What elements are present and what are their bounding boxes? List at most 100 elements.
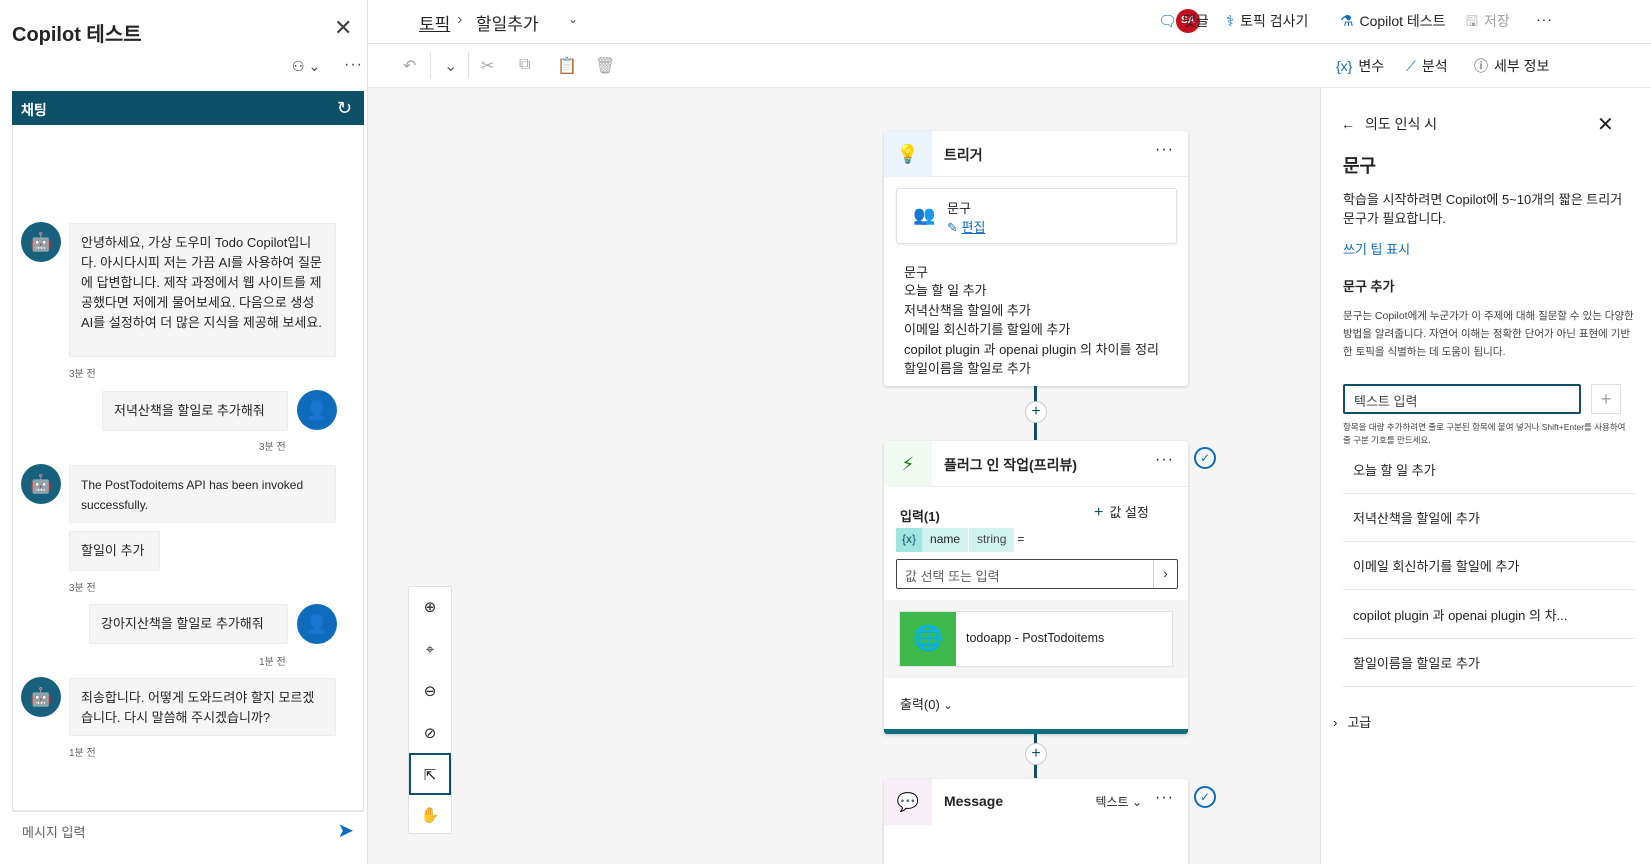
save-button[interactable]: 🖫 저장 — [1466, 11, 1510, 35]
bot-avatar-icon: 🤖 — [21, 677, 61, 717]
phrase-list-item[interactable]: 저녁산책을 할일에 추가 — [1343, 494, 1635, 542]
zoom-in-icon[interactable]: ⊕ — [409, 587, 451, 629]
set-value-button[interactable]: + 값 설정 — [1094, 502, 1149, 522]
more-options-icon[interactable]: ··· — [1155, 141, 1174, 159]
track-between-topics-icon[interactable]: ⚇ ⌄ — [292, 58, 320, 75]
bot-message: 안녕하세요, 가상 도우미 Todo Copilot입니다. 아시다시피 저는 … — [69, 223, 336, 357]
cut-icon[interactable]: ✂ — [481, 56, 494, 76]
phrase-list-item[interactable]: copilot plugin 과 openai plugin 의 차... — [1343, 591, 1635, 639]
trigger-card-header: 💡 트리거 ··· — [884, 131, 1188, 177]
copy-icon[interactable]: ⧉ — [519, 56, 530, 74]
zoom-controls: ⊕ ⌖ ⊖ ⊘ ⇱ ✋ — [408, 586, 452, 834]
add-phrase-button[interactable]: + — [1591, 384, 1621, 414]
undo-icon[interactable]: ↶ — [403, 56, 416, 76]
test-copilot-label: Copilot 테스트 — [1359, 13, 1446, 29]
pan-hand-icon[interactable]: ✋ — [409, 795, 451, 837]
action-tile[interactable]: 🌐 todoapp - PostTodoitems — [899, 611, 1173, 667]
advanced-label: 고급 — [1347, 715, 1372, 730]
more-options-icon[interactable]: ··· — [1155, 451, 1174, 469]
delete-icon[interactable]: 🗑 — [595, 56, 615, 76]
send-icon[interactable]: ➤ — [337, 818, 354, 843]
test-copilot-button[interactable]: ⚗ Copilot 테스트 — [1340, 11, 1446, 31]
back-button[interactable]: ← 의도 인식 시 — [1341, 114, 1437, 134]
zoom-out-icon[interactable]: ⊖ — [409, 671, 451, 713]
bulk-add-hint: 항목을 대량 추가하려면 줄로 구분된 항목에 붙여 넣거나 Shift+Ent… — [1343, 422, 1626, 445]
phrases-trigger-box[interactable]: 👥 문구 ✎ 편집 — [896, 188, 1177, 244]
paste-icon[interactable]: 📋 — [557, 56, 577, 76]
set-value-label: 값 설정 — [1109, 505, 1149, 520]
user-message: 저녁산책을 할일로 추가해줘 — [102, 391, 288, 431]
bot-avatar-icon: 🤖 — [21, 222, 61, 262]
phrase-item: copilot plugin 과 openai plugin 의 차이를 정리 — [904, 341, 1160, 357]
message-bubble-icon: 💬 — [884, 779, 932, 825]
message-input-area: 메시지 입력 ➤ — [12, 811, 364, 847]
analytics-button[interactable]: ⟋ 분석 — [1406, 56, 1448, 76]
phrase-input[interactable]: 텍스트 입력 — [1343, 384, 1581, 414]
chevron-right-icon[interactable]: › — [1153, 560, 1177, 588]
panel-description: 학습을 시작하려면 Copilot에 5~10개의 짧은 트리거 문구가 필요합… — [1343, 192, 1623, 226]
plugin-action-card[interactable]: ⚡ 플러그 인 작업(프리뷰) ··· 입력(1) + 값 설정 {x} name… — [884, 441, 1188, 734]
add-node-button[interactable]: + — [1025, 401, 1047, 423]
panel-title: Copilot 테스트 — [12, 24, 142, 46]
phrase-list-item[interactable]: 할일이름을 할일로 추가 — [1343, 639, 1635, 687]
message-mode-dropdown[interactable]: 텍스트 ⌄ — [1095, 793, 1142, 810]
chevron-down-icon[interactable]: ⌄ — [568, 12, 578, 26]
divider — [430, 52, 431, 78]
phrase-list-item[interactable]: 이메일 회신하기를 할일에 추가 — [1343, 542, 1635, 590]
comment-icon: 🗨 — [1158, 13, 1178, 30]
writing-tips-link[interactable]: 쓰기 팁 표시 — [1343, 239, 1410, 258]
outputs-toggle[interactable]: 출력(0) ⌄ — [900, 694, 953, 713]
message-timestamp: 1분 전 — [69, 748, 96, 759]
variable-icon: {x} — [1336, 58, 1353, 74]
person-chat-icon: 👥 — [913, 205, 936, 225]
chat-transcript: 🤖 안녕하세요, 가상 도우미 Todo Copilot입니다. 아시다시피 저… — [12, 125, 364, 811]
trigger-title: 트리거 — [944, 147, 983, 163]
plugin-card-header: ⚡ 플러그 인 작업(프리뷰) ··· — [884, 441, 1188, 487]
close-icon[interactable]: ✕ — [1597, 112, 1614, 137]
trigger-card[interactable]: 💡 트리거 ··· 👥 문구 ✎ 편집 문구 오늘 할 일 추가 저녁산책을 할… — [884, 131, 1188, 386]
more-options-icon[interactable]: ··· — [344, 56, 363, 74]
chevron-down-icon[interactable]: ⌄ — [444, 56, 457, 76]
phrase-item: 오늘 할 일 추가 — [904, 283, 987, 298]
variables-button[interactable]: {x} 변수 — [1336, 56, 1384, 76]
test-copilot-panel: Copilot 테스트 ✕ ⚇ ⌄ ··· 채팅 ↻ 🤖 안녕하세요, 가상 도… — [0, 0, 368, 864]
checkmark-icon: ✓ — [1194, 786, 1216, 808]
authoring-canvas[interactable]: ⊕ ⌖ ⊖ ⊘ ⇱ ✋ 💡 트리거 ··· 👥 문구 ✎ 편집 문구 오늘 할 … — [368, 88, 1320, 864]
more-options-icon[interactable]: ··· — [1155, 789, 1174, 807]
analytics-label: 분석 — [1421, 58, 1448, 74]
more-options-icon[interactable]: ··· — [1536, 11, 1553, 27]
chevron-down-icon: ⌄ — [1131, 795, 1142, 809]
plugin-title: 플러그 인 작업(프리뷰) — [944, 457, 1078, 473]
comments-button[interactable]: 🗨 댓글 — [1158, 11, 1209, 31]
variables-label: 변수 — [1358, 58, 1385, 74]
globe-search-icon: 🌐 — [900, 612, 956, 666]
recenter-icon[interactable]: ⌖ — [409, 629, 451, 671]
value-input[interactable]: 값 선택 또는 입력 › — [896, 559, 1178, 589]
pencil-icon: ✎ — [947, 220, 962, 235]
flask-icon: ⚗ — [1340, 13, 1354, 30]
message-input[interactable]: 메시지 입력 — [22, 822, 85, 841]
close-icon[interactable]: ✕ — [334, 17, 352, 39]
topic-checker-button[interactable]: ⚕ 토픽 검사기 — [1226, 11, 1308, 31]
breadcrumb-topics[interactable]: 토픽 — [419, 10, 450, 35]
select-pointer-icon[interactable]: ⇱ — [409, 753, 451, 795]
message-card[interactable]: 💬 Message 텍스트 ⌄ ··· — [884, 779, 1188, 864]
add-node-button[interactable]: + — [1025, 743, 1047, 765]
user-avatar-icon: 👤 — [297, 604, 337, 644]
top-bar: 토픽 › 할일추가 ⌄ SA 🗨 댓글 ⚕ 토픽 검사기 ⚗ Copilot 테스트 … — [368, 0, 1651, 44]
refresh-icon[interactable]: ↻ — [337, 98, 352, 119]
equals-sign: = — [1017, 532, 1025, 546]
stethoscope-icon: ⚕ — [1226, 13, 1235, 30]
variable-chip[interactable]: {x} name string = — [896, 528, 1027, 552]
topic-checker-label: 토픽 검사기 — [1240, 13, 1309, 29]
phrases-label: 문구 — [947, 201, 971, 216]
canvas-toolbar: ↶ ⌄ ✂ ⧉ 📋 🗑 {x} 변수 ⟋ 분석 ⓘ 세부 정보 — [368, 44, 1651, 88]
phrase-list-item[interactable]: 오늘 할 일 추가 — [1343, 446, 1635, 494]
add-phrases-description: 문구는 Copilot에게 누군가가 이 주제에 대해 질문할 수 있는 다양한… — [1343, 310, 1634, 358]
edit-link[interactable]: ✎ 편집 — [947, 217, 985, 236]
minimap-icon[interactable]: ⊘ — [409, 713, 451, 755]
chat-tab-label: 채팅 — [21, 102, 47, 118]
advanced-toggle[interactable]: › 고급 — [1333, 712, 1371, 731]
arrow-left-icon: ← — [1341, 116, 1355, 132]
details-button[interactable]: ⓘ 세부 정보 — [1474, 56, 1549, 76]
